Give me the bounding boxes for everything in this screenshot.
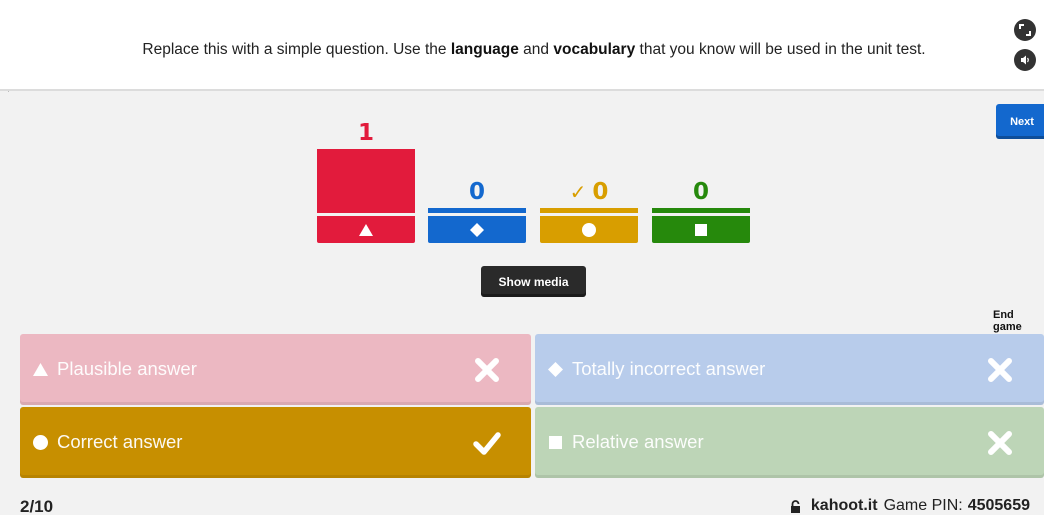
diamond-icon — [470, 222, 484, 237]
triangle-icon — [359, 223, 373, 236]
result-bar-triangle: 1 — [317, 0, 415, 243]
answer-label: Relative answer — [572, 431, 704, 452]
show-media-button[interactable]: Show media — [481, 266, 586, 297]
result-count: 0 — [428, 179, 526, 205]
cross-icon — [988, 358, 1012, 382]
check-icon — [473, 432, 501, 455]
result-bar-fill — [540, 208, 638, 213]
result-count-value: 1 — [357, 120, 374, 146]
cross-icon — [988, 431, 1012, 455]
next-button[interactable]: Next — [996, 104, 1044, 139]
result-count-value: 0 — [468, 179, 485, 205]
question-progress: 2/10 — [20, 497, 54, 515]
answer-tile-diamond[interactable]: Totally incorrect answer — [535, 334, 1044, 405]
answer-tile-triangle[interactable]: Plausible answer — [20, 334, 531, 405]
pin-label: Game PIN: — [883, 497, 963, 514]
result-bar-base — [428, 216, 526, 243]
answer-tile-square[interactable]: Relative answer — [535, 407, 1044, 478]
result-count: 0 — [652, 179, 750, 205]
correct-check-icon: ✓ — [569, 180, 587, 204]
result-bar-fill — [652, 208, 750, 213]
result-bar-base — [652, 216, 750, 243]
result-bar-base — [540, 216, 638, 243]
result-count: 1 — [317, 120, 415, 146]
answer-label: Plausible answer — [57, 358, 197, 379]
diamond-icon — [548, 362, 563, 377]
site-name: kahoot.it — [810, 497, 878, 514]
result-bar-fill — [428, 208, 526, 213]
circle-icon — [582, 222, 596, 237]
result-bar-fill — [317, 149, 415, 213]
square-icon — [695, 223, 707, 236]
answer-tile-circle[interactable]: Correct answer — [20, 407, 531, 478]
answer-label: Totally incorrect answer — [572, 358, 766, 379]
square-icon — [549, 436, 562, 449]
game-pin-info: kahoot.it Game PIN: 4505659 — [790, 497, 1030, 515]
result-bar-base — [317, 216, 415, 243]
lock-icon — [790, 499, 800, 513]
answer-label: Correct answer — [57, 431, 183, 452]
circle-icon — [33, 435, 48, 450]
game-pin: 4505659 — [967, 497, 1030, 514]
result-bar-diamond: 0 — [428, 0, 526, 243]
fullscreen-icon — [1019, 24, 1031, 36]
result-count-value: 0 — [592, 179, 609, 205]
cross-icon — [475, 358, 499, 382]
result-count-value: 0 — [692, 179, 709, 205]
result-count: ✓ 0 — [540, 179, 638, 205]
result-bar-square: 0 — [652, 0, 750, 243]
fullscreen-button[interactable] — [1014, 19, 1036, 41]
result-bar-circle: ✓ 0 — [540, 0, 638, 243]
sound-button[interactable] — [1014, 49, 1036, 71]
triangle-icon — [33, 363, 48, 376]
volume-icon — [1021, 55, 1029, 65]
end-game-link[interactable]: End game — [993, 309, 1044, 333]
